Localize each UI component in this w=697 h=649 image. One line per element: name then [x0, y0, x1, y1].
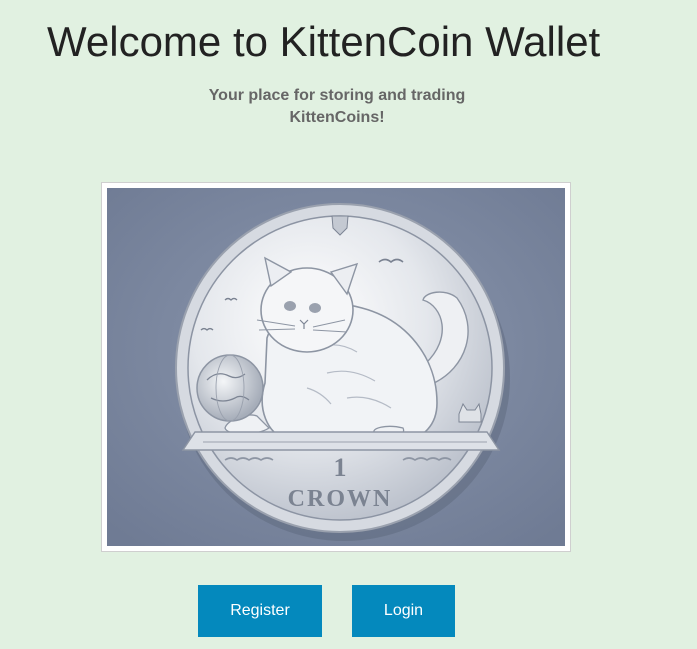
login-button[interactable]: Login	[352, 585, 455, 637]
page-subtitle: Your place for storing and trading Kitte…	[208, 87, 466, 126]
coin-denomination-text: 1	[334, 453, 347, 482]
kittencoin-coin-image: 1 CROWN	[107, 188, 565, 546]
page-title: Welcome to KittenCoin Wallet	[47, 18, 601, 65]
coin-label-text: CROWN	[288, 486, 393, 512]
register-button[interactable]: Register	[198, 585, 322, 637]
hero-image-frame: 1 CROWN	[101, 182, 571, 552]
welcome-page: Welcome to KittenCoin Wallet Your place …	[0, 0, 697, 649]
